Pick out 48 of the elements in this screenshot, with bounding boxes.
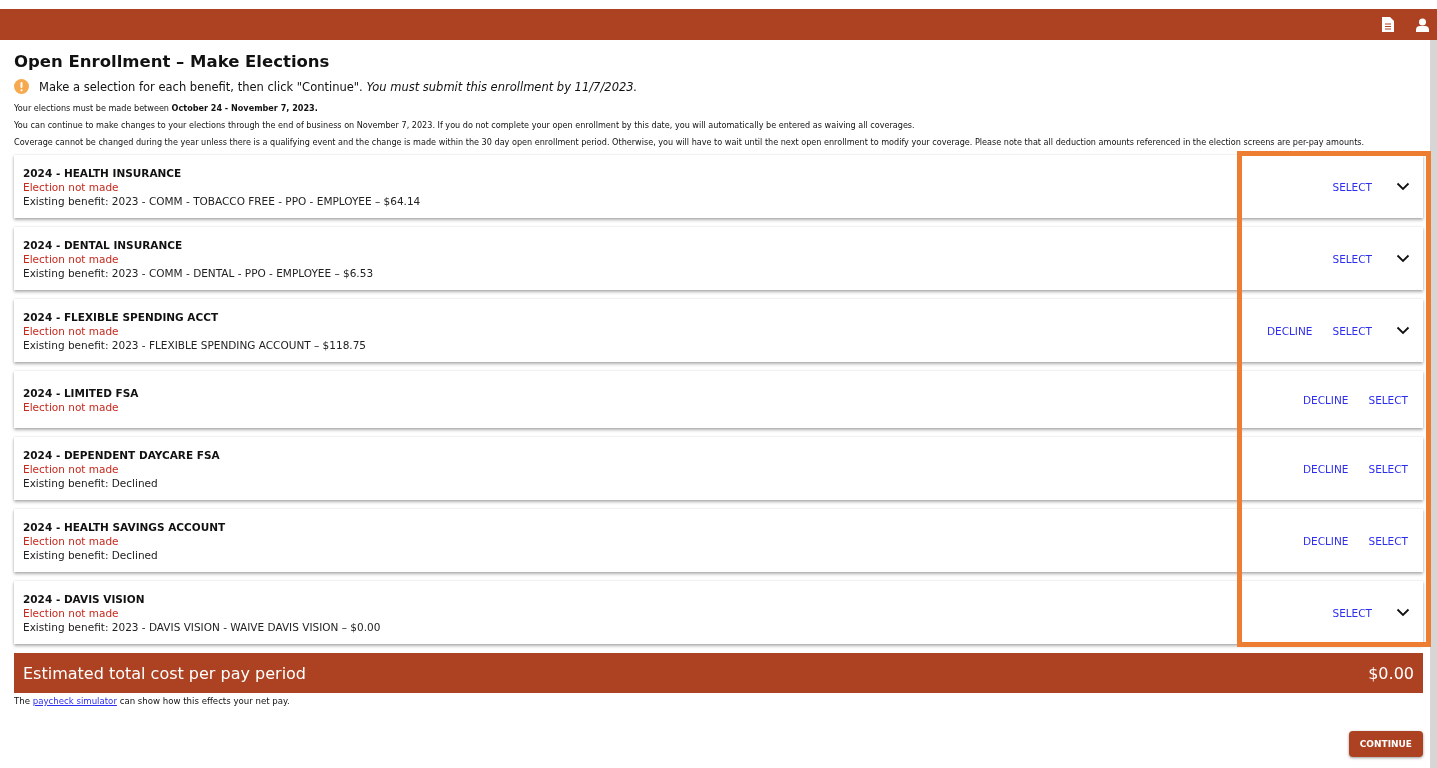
existing-benefit: Existing benefit: 2023 - COMM - TOBACCO FREE - PPO - EMPLOYEE – $64.14 xyxy=(23,194,422,207)
select-button[interactable]: SELECT xyxy=(1368,534,1408,547)
footnote-text: The paycheck simulator can show how this effects your net pay. xyxy=(14,696,291,706)
benefit-title: 2024 - DAVIS VISION xyxy=(23,592,146,605)
election-status: Election not made xyxy=(23,252,120,265)
election-status: Election not made xyxy=(23,400,120,413)
chevron-down-icon[interactable] xyxy=(1396,326,1410,335)
total-label: Estimated total cost per pay period xyxy=(23,663,306,683)
select-button[interactable]: SELECT xyxy=(1368,462,1408,475)
election-status: Election not made xyxy=(23,534,120,547)
page-title: Open Enrollment – Make Elections xyxy=(14,52,331,71)
notice-text: Make a selection for each benefit, then click "Continue". You must submit this enrollment by 11/7/2023. xyxy=(39,79,638,94)
total-amount: $0.00 xyxy=(1368,663,1414,683)
existing-benefit: Existing benefit: Declined xyxy=(23,548,159,561)
election-status: Election not made xyxy=(23,462,120,475)
decline-button[interactable]: DECLINE xyxy=(1302,462,1349,475)
decline-button[interactable]: DECLINE xyxy=(1302,393,1349,406)
document-icon[interactable] xyxy=(1382,17,1394,32)
chevron-down-icon[interactable] xyxy=(1396,608,1410,617)
existing-benefit: Existing benefit: Declined xyxy=(23,476,159,489)
decline-button[interactable]: DECLINE xyxy=(1266,324,1313,337)
benefit-title: 2024 - LIMITED FSA xyxy=(23,386,140,399)
warning-icon xyxy=(14,79,29,94)
benefit-title: 2024 - HEALTH SAVINGS ACCOUNT xyxy=(23,520,227,533)
election-status: Election not made xyxy=(23,606,120,619)
select-button[interactable]: SELECT xyxy=(1332,324,1372,337)
election-status: Election not made xyxy=(23,180,120,193)
election-status: Election not made xyxy=(23,324,120,337)
existing-benefit: Existing benefit: 2023 - FLEXIBLE SPENDING ACCOUNT – $118.75 xyxy=(23,338,368,351)
continue-button[interactable]: CONTINUE xyxy=(1348,731,1423,757)
existing-benefit: Existing benefit: 2023 - DAVIS VISION - WAIVE DAVIS VISION – $0.00 xyxy=(23,620,382,633)
select-button[interactable]: SELECT xyxy=(1332,606,1372,619)
chevron-down-icon[interactable] xyxy=(1396,254,1410,263)
select-button[interactable]: SELECT xyxy=(1332,180,1372,193)
benefit-title: 2024 - DENTAL INSURANCE xyxy=(23,238,184,251)
existing-benefit: Existing benefit: 2023 - COMM - DENTAL - PPO - EMPLOYEE – $6.53 xyxy=(23,266,375,279)
info-paragraph: Your elections must be made between October 24 - November 7, 2023. xyxy=(14,103,318,114)
info-paragraph: You can continue to make changes to your elections through the end of business on November 7, 2023. If you do not complete your open enrollment by this date, you will automatically be entered as waiving all coverages. xyxy=(14,120,915,131)
paycheck-simulator-link[interactable]: paycheck simulator xyxy=(32,696,117,706)
user-icon[interactable] xyxy=(1416,17,1429,32)
benefit-title: 2024 - FLEXIBLE SPENDING ACCT xyxy=(23,310,220,323)
chevron-down-icon[interactable] xyxy=(1396,182,1410,191)
benefit-title: 2024 - DEPENDENT DAYCARE FSA xyxy=(23,448,221,461)
select-button[interactable]: SELECT xyxy=(1332,252,1372,265)
info-paragraph: Coverage cannot be changed during the year unless there is a qualifying event and the change is made within the 30 day open enrollment period. Otherwise, you will have to wait until the next open enrollment to modify your coverage. Please note that all deduction amounts referenced in the election screens are per-pay amounts. xyxy=(14,137,1365,148)
decline-button[interactable]: DECLINE xyxy=(1302,534,1349,547)
benefit-title: 2024 - HEALTH INSURANCE xyxy=(23,166,183,179)
select-button[interactable]: SELECT xyxy=(1368,393,1408,406)
